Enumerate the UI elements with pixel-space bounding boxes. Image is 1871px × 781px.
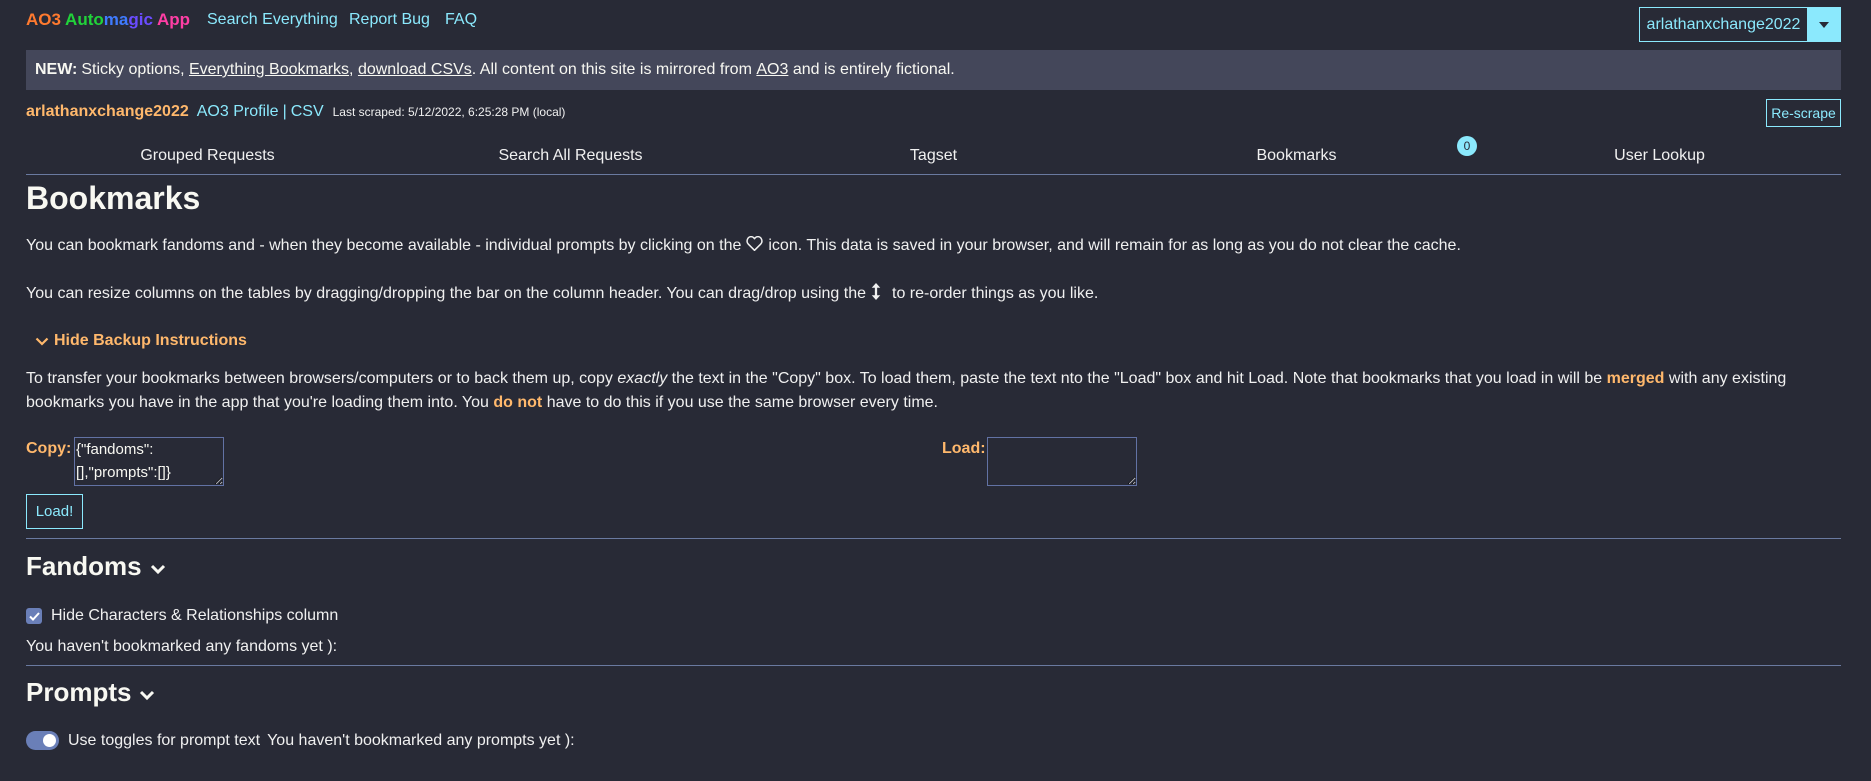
tab-bookmarks[interactable]: Bookmarks	[1115, 145, 1478, 174]
app-logo-part: Auto	[65, 10, 104, 29]
load-button[interactable]: Load!	[26, 494, 83, 529]
app-logo-part: AO3	[26, 10, 66, 29]
banner-text-2: ,	[349, 61, 354, 78]
hide-backup-instructions-label: Hide Backup Instructions	[54, 332, 247, 349]
user-dropdown[interactable]: arlathanxchange2022	[1639, 7, 1841, 42]
banner-prefix: NEW:	[35, 61, 78, 78]
intro-2-after: to re-order things as you like.	[892, 285, 1099, 302]
copy-label: Copy:	[26, 440, 72, 457]
backup-instructions: To transfer your bookmarks between brows…	[26, 367, 1841, 415]
backup-text-merged: merged	[1606, 370, 1665, 387]
use-toggles-label: Use toggles for prompt text	[68, 731, 261, 749]
backup-text-do-not: do not	[493, 394, 543, 411]
divider	[26, 665, 1841, 666]
intro-paragraph-2: You can resize columns on the tables by …	[26, 283, 1098, 305]
tab-search-all-requests[interactable]: Search All Requests	[389, 145, 752, 174]
scrape-info: arlathanxchange2022 AO3 Profile | CSV La…	[26, 103, 565, 121]
main-tabs: Grouped Requests Search All Requests Tag…	[26, 145, 1841, 175]
hide-characters-checkbox[interactable]	[26, 608, 42, 624]
scraped-username: arlathanxchange2022	[26, 103, 189, 120]
prompt-toggles-option: Use toggles for prompt text You haven't …	[26, 731, 575, 750]
page-title: Bookmarks	[26, 180, 201, 216]
app-logo[interactable]: AO3 Automagic App	[26, 10, 190, 30]
prompts-empty-message: You haven't bookmarked any prompts yet )…	[267, 731, 575, 749]
tab-tagset[interactable]: Tagset	[752, 145, 1115, 174]
hide-characters-label: Hide Characters & Relationships column	[51, 607, 339, 624]
intro-2-before: You can resize columns on the tables by …	[26, 285, 866, 302]
load-label: Load:	[942, 440, 986, 457]
chevron-down-icon	[35, 337, 49, 346]
intro-1-after: icon. This data is saved in your browser…	[768, 237, 1461, 254]
nav-faq[interactable]: FAQ	[445, 11, 477, 29]
divider	[26, 538, 1841, 539]
load-textarea[interactable]	[987, 437, 1137, 486]
toggle-knob	[43, 734, 56, 747]
nav-search-everything[interactable]: Search Everything	[207, 11, 338, 29]
prompts-section-toggle[interactable]: Prompts	[26, 677, 155, 708]
app-logo-part: ma	[103, 10, 129, 29]
prompts-heading: Prompts	[26, 677, 132, 707]
banner-text-1: Sticky options,	[81, 61, 185, 78]
caret-down-icon[interactable]	[1807, 8, 1840, 41]
announcement-banner: NEW: Sticky options, Everything Bookmark…	[26, 50, 1841, 90]
bookmarks-count-badge: 0	[1457, 136, 1477, 156]
ao3-link[interactable]: AO3	[756, 61, 788, 79]
heart-icon	[746, 235, 763, 256]
backup-text-a: To transfer your bookmarks between brows…	[26, 370, 613, 387]
copy-textarea[interactable]	[74, 437, 224, 486]
csv-link[interactable]: CSV	[291, 103, 324, 121]
tab-grouped-requests[interactable]: Grouped Requests	[26, 145, 389, 174]
rescrape-button[interactable]: Re-scrape	[1766, 99, 1841, 127]
backup-text-g: have to do this if you use the same brow…	[546, 394, 938, 411]
tab-user-lookup[interactable]: User Lookup	[1478, 145, 1841, 174]
app-logo-text: AO3 Automagic App	[26, 10, 190, 29]
banner-text-3: . All content on this site is mirrored f…	[471, 61, 752, 78]
hide-backup-instructions-toggle[interactable]: Hide Backup Instructions	[35, 332, 247, 350]
chevron-down-icon	[139, 677, 155, 708]
app-logo-part: App	[157, 10, 191, 29]
ao3-profile-link[interactable]: AO3 Profile	[197, 103, 279, 121]
drag-handle-icon	[871, 283, 881, 305]
nav-report-bug[interactable]: Report Bug	[349, 11, 430, 29]
backup-text-emphasis: exactly	[617, 370, 668, 387]
app-logo-part: gic	[128, 10, 157, 29]
backup-text-c: the text in the "Copy" box. To load them…	[671, 370, 1603, 387]
use-toggles-switch[interactable]	[26, 731, 59, 750]
intro-paragraph-1: You can bookmark fandoms and - when they…	[26, 235, 1461, 256]
intro-1-before: You can bookmark fandoms and - when they…	[26, 237, 742, 254]
fandoms-section-toggle[interactable]: Fandoms	[26, 551, 166, 582]
everything-bookmarks-link[interactable]: Everything Bookmarks	[189, 61, 349, 79]
download-csvs-link[interactable]: download CSVs	[358, 61, 472, 79]
hide-characters-option[interactable]: Hide Characters & Relationships column	[26, 607, 338, 625]
link-separator: |	[282, 103, 287, 120]
user-dropdown-label[interactable]: arlathanxchange2022	[1640, 8, 1807, 41]
fandoms-empty-message: You haven't bookmarked any fandoms yet )…	[26, 638, 338, 655]
fandoms-heading: Fandoms	[26, 551, 142, 581]
chevron-down-icon	[150, 551, 166, 582]
banner-text-4: and is entirely fictional.	[792, 61, 955, 78]
last-scraped-time: Last scraped: 5/12/2022, 6:25:28 PM (loc…	[332, 105, 566, 119]
